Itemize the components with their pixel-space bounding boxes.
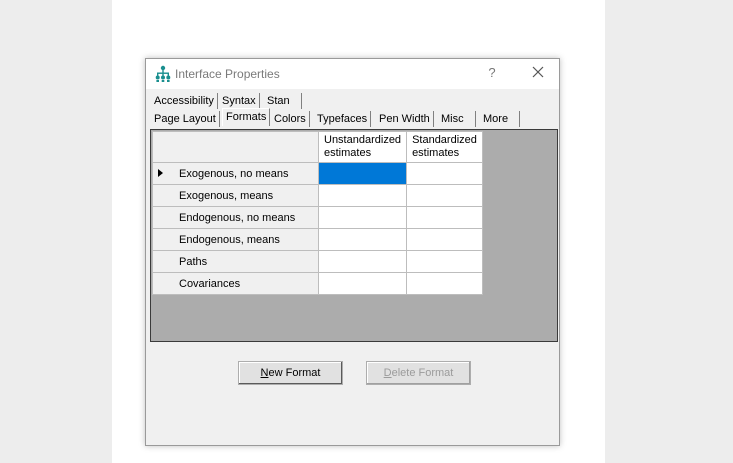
help-button[interactable]: ? [486,65,498,80]
row-label: Covariances [179,278,241,290]
row-header[interactable]: Endogenous, means [152,228,319,251]
grid-corner [152,131,319,163]
tab-typefaces[interactable]: Typefaces [314,111,372,127]
table-row: Paths [152,250,483,273]
new-format-label: New Format [260,367,321,379]
header-row: Unstandardized estimates Standardized es… [152,131,483,163]
grid-cell[interactable] [317,250,408,273]
tab-syntax[interactable]: Syntax [219,93,260,109]
grid-cell[interactable] [317,184,408,207]
grid-cell[interactable] [317,228,408,251]
window-title: Interface Properties [175,67,280,81]
row-label: Exogenous, no means [179,168,289,180]
new-format-button[interactable]: New Format [238,361,343,385]
tab-stan[interactable]: Stan [264,93,302,109]
grid-cell[interactable] [406,250,483,273]
delete-format-label: Delete Format [383,367,454,379]
table-row: Exogenous, no means [152,162,483,185]
grid-cell[interactable] [317,162,408,185]
grid-cell[interactable] [406,272,483,295]
row-header[interactable]: Exogenous, means [152,184,319,207]
grid-cell[interactable] [317,206,408,229]
table-row: Exogenous, means [152,184,483,207]
row-label: Paths [179,256,208,268]
table-row: Covariances [152,272,483,295]
row-pointer-icon [158,169,163,177]
tab-pen-width[interactable]: Pen Width [376,111,434,127]
grid-cell[interactable] [317,272,408,295]
interface-properties-dialog: Interface Properties ? Accessibility Syn… [145,58,560,446]
grid-cell[interactable] [406,228,483,251]
table-row: Endogenous, means [152,228,483,251]
row-header[interactable]: Covariances [152,272,319,295]
delete-format-button[interactable]: Delete Format [366,361,471,385]
row-label: Exogenous, means [179,190,274,202]
row-header[interactable]: Paths [152,250,319,273]
row-label: Endogenous, means [179,234,280,246]
title-bar: Interface Properties ? [146,59,559,89]
tab-page-layout[interactable]: Page Layout [151,111,220,127]
tab-more[interactable]: More [480,111,520,127]
column-header-standardized[interactable]: Standardized estimates [406,131,483,163]
tab-accessibility[interactable]: Accessibility [151,93,218,109]
row-label: Endogenous, no means [179,212,296,224]
close-icon[interactable] [530,64,546,80]
row-header[interactable]: Exogenous, no means [152,162,319,185]
grid-cell[interactable] [406,162,483,185]
tab-formats[interactable]: Formats [222,108,271,126]
grid-cell[interactable] [406,206,483,229]
table-row: Endogenous, no means [152,206,483,229]
formats-table: Unstandardized estimates Standardized es… [152,131,483,295]
network-tree-icon [155,65,171,82]
tab-misc[interactable]: Misc [438,111,476,127]
grid-cell[interactable] [406,184,483,207]
row-header[interactable]: Endogenous, no means [152,206,319,229]
formats-grid: Unstandardized estimates Standardized es… [150,129,558,342]
tab-colors[interactable]: Colors [271,111,310,127]
column-header-unstandardized[interactable]: Unstandardized estimates [317,131,408,163]
